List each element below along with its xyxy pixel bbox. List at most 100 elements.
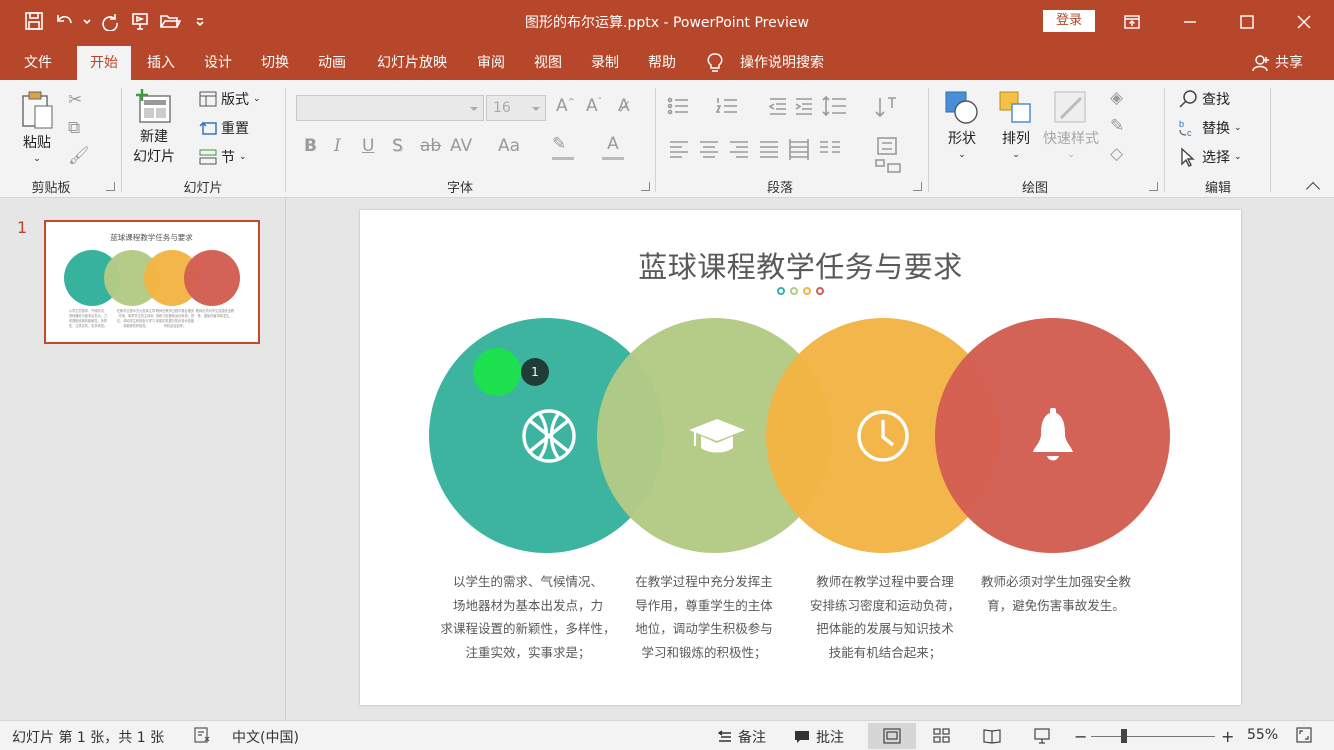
tab-review[interactable]: 审阅 xyxy=(468,46,514,80)
quick-styles-icon xyxy=(1054,91,1086,123)
clear-formatting-icon[interactable]: A̷ xyxy=(618,96,630,116)
comments-label: 批注 xyxy=(816,730,844,746)
copy-icon[interactable]: ⧉ xyxy=(68,118,80,138)
italic-button[interactable]: I xyxy=(334,136,341,156)
section-button[interactable]: 节 ⌄ xyxy=(199,147,247,167)
thumbnail-circle-red xyxy=(184,250,240,306)
paste-button[interactable]: 粘贴 ⌄ xyxy=(20,90,54,164)
reading-view-button[interactable] xyxy=(968,723,1016,749)
slide[interactable]: 蓝球课程教学任务与要求 以学生的需求、气候情况、 场地器材为基本出发点，力 求课… xyxy=(360,210,1241,705)
collapse-ribbon-icon[interactable] xyxy=(1305,181,1321,197)
slide-sorter-button[interactable] xyxy=(918,723,966,749)
close-icon[interactable] xyxy=(1276,0,1332,44)
decrease-font-icon[interactable]: Aˇ xyxy=(586,96,602,116)
tab-view[interactable]: 视图 xyxy=(525,46,571,80)
comments-button[interactable]: 批注 xyxy=(794,727,844,747)
description-4[interactable]: 教师必须对学生加强安全教 育，避免伤害事故发生。 xyxy=(971,570,1141,617)
tell-me-search[interactable]: 操作说明搜索 xyxy=(706,46,824,80)
quick-styles-label: 快速样式 xyxy=(1043,131,1099,147)
layout-button[interactable]: 版式 ⌄ xyxy=(199,89,261,109)
description-2[interactable]: 在教学过程中充分发挥主 导作用，尊重学生的主体 地位，调动学生积极参与 学习和锻… xyxy=(621,570,787,664)
description-1[interactable]: 以学生的需求、气候情况、 场地器材为基本出发点，力 求课程设置的新颖性，多样性，… xyxy=(440,570,615,664)
replace-button[interactable]: b c 替换 ⌄ xyxy=(1178,118,1242,138)
align-left-icon xyxy=(670,141,688,158)
format-painter-icon[interactable]: 🖌 xyxy=(68,146,90,166)
maximize-icon[interactable] xyxy=(1219,0,1275,44)
zoom-level[interactable]: 55% xyxy=(1247,727,1278,743)
login-button[interactable]: 登录 xyxy=(1043,10,1095,32)
thumbnail-text-4: 教师必须对学生加强安全教育，避免伤害事故发生。 xyxy=(195,309,235,318)
underline-button[interactable]: U xyxy=(362,136,374,156)
zoom-out-icon[interactable]: − xyxy=(1074,727,1087,746)
normal-view-button[interactable] xyxy=(868,723,916,749)
quick-styles-button[interactable]: 快速样式 ⌄ xyxy=(1043,90,1099,160)
basketball-icon xyxy=(522,409,576,463)
justify-icon xyxy=(760,141,778,158)
change-case-button[interactable]: Aa xyxy=(498,136,520,156)
strikethrough-button[interactable]: ab xyxy=(420,136,441,156)
arrange-button[interactable]: 排列 ⌄ xyxy=(998,90,1034,160)
select-cursor-icon xyxy=(1181,147,1195,167)
select-button[interactable]: 选择 ⌄ xyxy=(1178,147,1242,167)
find-button[interactable]: 查找 xyxy=(1178,89,1230,109)
tab-transitions[interactable]: 切换 xyxy=(252,46,298,80)
bell-icon xyxy=(1033,408,1073,461)
increase-font-icon[interactable]: A^ xyxy=(556,96,575,116)
tab-help[interactable]: 帮助 xyxy=(639,46,685,80)
reset-label: 重置 xyxy=(221,121,249,137)
minimize-icon[interactable] xyxy=(1162,0,1218,44)
arrange-label: 排列 xyxy=(1002,131,1030,147)
tab-animations[interactable]: 动画 xyxy=(309,46,355,80)
font-size-combo[interactable]: 16 xyxy=(486,95,546,121)
tab-slideshow[interactable]: 幻灯片放映 xyxy=(368,46,456,80)
shape-effects-icon[interactable]: ◇ xyxy=(1110,144,1123,164)
notes-button[interactable]: 备注 xyxy=(718,727,766,747)
language-indicator[interactable]: 中文(中国) xyxy=(232,727,299,747)
zoom-slider-thumb[interactable] xyxy=(1121,729,1127,743)
accessibility-icon[interactable] xyxy=(193,727,211,743)
share-button[interactable]: 共享 xyxy=(1252,46,1303,80)
new-slide-button[interactable]: 新建 幻灯片 xyxy=(133,88,175,166)
find-icon xyxy=(1179,90,1197,108)
new-slide-label-2: 幻灯片 xyxy=(133,149,175,165)
clipboard-launcher-icon[interactable] xyxy=(106,182,115,191)
highlight-icon[interactable]: ✎ xyxy=(552,134,574,160)
font-color-button[interactable]: A xyxy=(602,134,624,160)
group-font-label: 字体 xyxy=(446,181,473,196)
thumbnail-text-2: 在教学过程中充分发挥主导作用，尊重学生的主体地位，调动学生积极参与学习和锻炼的积… xyxy=(116,309,156,328)
font-name-combo[interactable] xyxy=(296,95,484,121)
tab-home[interactable]: 开始 xyxy=(77,46,131,80)
cut-icon[interactable]: ✂ xyxy=(68,90,82,110)
ribbon-display-options-icon[interactable] xyxy=(1104,0,1160,44)
thumbnail-text-1: 以学生的需求、气候情况、场地器材为基本出发点，力求课程设置的新颖性，多样性，注重… xyxy=(68,309,108,328)
shape-outline-icon[interactable]: ✎ xyxy=(1110,116,1124,136)
tab-design[interactable]: 设计 xyxy=(195,46,241,80)
zoom-in-icon[interactable]: + xyxy=(1221,727,1234,746)
paragraph-launcher-icon[interactable] xyxy=(913,182,922,191)
fit-to-window-icon[interactable] xyxy=(1296,727,1312,743)
reset-icon xyxy=(199,122,217,135)
comment-icon xyxy=(795,731,809,743)
tab-insert[interactable]: 插入 xyxy=(138,46,184,80)
align-text-icon xyxy=(877,137,897,155)
slideshow-button[interactable] xyxy=(1018,723,1066,749)
shape-fill-icon[interactable]: ◈ xyxy=(1110,88,1123,108)
font-launcher-icon[interactable] xyxy=(641,182,650,191)
tab-record[interactable]: 录制 xyxy=(582,46,628,80)
distributed-icon xyxy=(789,139,809,160)
character-spacing-button[interactable]: AV xyxy=(450,136,472,156)
bold-button[interactable]: B xyxy=(304,136,317,156)
slide-title[interactable]: 蓝球课程教学任务与要求 xyxy=(360,244,1241,286)
tab-file[interactable]: 文件 xyxy=(14,46,62,80)
graduation-cap-icon xyxy=(689,419,745,453)
shapes-button[interactable]: 形状 ⌄ xyxy=(944,90,980,160)
drawing-launcher-icon[interactable] xyxy=(1149,182,1158,191)
svg-text:c: c xyxy=(1187,128,1192,138)
zoom-slider[interactable] xyxy=(1091,736,1215,737)
paste-icon xyxy=(22,91,53,129)
slide-thumbnail[interactable]: 蓝球课程教学任务与要求 以学生的需求、气候情况、场地器材为基本出发点，力求课程设… xyxy=(44,220,260,344)
reset-button[interactable]: 重置 xyxy=(199,118,249,138)
text-shadow-button[interactable]: S xyxy=(392,136,403,156)
description-3[interactable]: 教师在教学过程中要合理 安排练习密度和运动负荷， 把体能的发展与知识技术 技能有… xyxy=(800,570,970,664)
paragraph-controls[interactable] xyxy=(666,94,916,174)
